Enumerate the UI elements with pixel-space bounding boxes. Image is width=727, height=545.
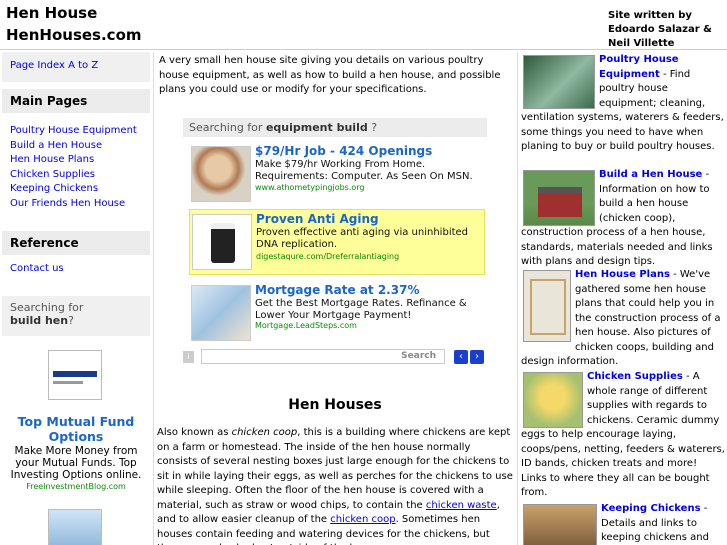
prev-arrow-icon[interactable]: ‹ [454,350,468,364]
ad-unit[interactable]: Mortgage Rate at 2.37% Get the Best Mort… [189,281,485,343]
ad-title[interactable]: Mortgage Rate at 2.37% [255,283,419,297]
body-emphasis: chicken coop [231,427,298,438]
ad-logo-image[interactable] [48,350,102,400]
body-text-segment: Also known as [157,427,232,438]
right-sidebar: Poultry House Equipment - Find poultry h… [519,52,727,545]
list-item: Poultry House Equipment [10,124,137,139]
ad-search-suffix: ? [371,121,378,134]
ad-search-input[interactable]: Search [201,349,445,364]
poultry-house-image[interactable] [523,55,595,109]
left-ad-url[interactable]: FreeInvestmentBlog.com [2,482,150,491]
ad-logo-bar [53,371,97,377]
house-icon [538,187,582,217]
left-ad-text: Make More Money from your Mutual Funds. … [10,445,142,481]
content-title: Hen Houses [288,397,382,413]
chicken-coop-link[interactable]: chicken coop [330,514,395,525]
section-title-link[interactable]: Build a Hen House [599,169,702,180]
list-item: Our Friends Hen House [10,197,137,212]
nav-link-build-a-hen-house[interactable]: Build a Hen House [10,140,102,151]
nav-link-poultry-house-equipment[interactable]: Poultry House Equipment [10,125,137,136]
chickens-image[interactable] [523,504,597,545]
search-prefix: Searching for [10,301,84,314]
main-pages-list: Poultry House Equipment Build a Hen Hous… [10,124,137,211]
ad-unit-highlighted[interactable]: Proven Anti Aging Proven effective anti … [189,209,485,275]
left-search-box[interactable]: Searching for build hen? [2,296,150,336]
nav-link-hen-house-plans[interactable]: Hen House Plans [10,154,94,165]
ad-description: Make $79/hr Working From Home. Requireme… [255,159,473,182]
chick-image[interactable] [523,372,583,428]
section-title-link[interactable]: Hen House Plans [575,269,670,280]
ad-description: Get the Best Mortgage Rates. Refinance &… [255,298,467,321]
ad-search-prefix: Searching for [189,121,263,134]
ad-thumbnail[interactable] [191,146,251,202]
chicken-waste-link[interactable]: chicken waste [426,500,497,511]
ad-search-bar: Searching for equipment build ? [183,118,487,137]
section-build-a-hen-house: Build a Hen House - Information on how t… [521,168,725,270]
reference-heading: Reference [2,231,150,255]
contact-link[interactable]: Contact us [10,263,64,274]
section-keeping-chickens: Keeping Chickens - Details and links to … [521,502,725,545]
section-chicken-supplies: Chicken Supplies - A whole range of diff… [521,370,725,501]
page-index-box: Page Index A to Z [2,52,150,82]
list-item: Keeping Chickens [10,182,137,197]
section-title-link[interactable]: Keeping Chickens [601,503,701,514]
hen-house-image[interactable] [523,170,595,226]
ad-thumbnail[interactable] [192,214,252,270]
site-credits: Site written by Edoardo Salazar & Neil V… [608,10,712,49]
list-item: Build a Hen House [10,139,137,154]
page-index-link[interactable]: Page Index A to Z [10,60,98,71]
search-term: build hen [10,314,69,327]
main-pages-heading: Main Pages [2,89,150,113]
search-suffix: ? [68,314,74,327]
ad-unit[interactable]: $79/Hr Job - 424 Openings Make $79/hr Wo… [189,142,485,202]
coop-frame-image[interactable] [523,270,571,342]
ad-title[interactable]: Proven Anti Aging [256,212,379,226]
ad-logo-bar [53,381,83,384]
ad-url[interactable]: www.athometypingjobs.org [255,183,365,192]
ad-image[interactable] [48,509,102,545]
ad-url[interactable]: Mortgage.LeadSteps.com [255,321,357,330]
search-term-line: build hen? [10,314,142,327]
ad-thumbnail[interactable] [191,285,251,341]
column-divider-left [153,52,154,545]
site-title-line1: Hen House [6,4,98,22]
section-hen-house-plans: Hen House Plans - We've gathered some he… [521,268,725,370]
ad-url[interactable]: digestaqure.com/Dreferralantiaging [256,252,399,261]
search-button[interactable]: Search [401,351,436,361]
frame-icon [530,279,566,335]
info-icon[interactable]: i [183,351,194,363]
site-title-line2: HenHouses.com [6,26,142,44]
body-text-segment: , this is a building where chickens are … [157,427,513,511]
bottle-icon [211,223,235,263]
next-arrow-icon[interactable]: › [470,350,484,364]
section-title-link[interactable]: Chicken Supplies [587,371,683,382]
nav-link-our-friends[interactable]: Our Friends Hen House [10,198,125,209]
nav-link-keeping-chickens[interactable]: Keeping Chickens [10,183,98,194]
body-paragraph: Also known as chicken coop, this is a bu… [157,426,513,545]
ad-title[interactable]: $79/Hr Job - 424 Openings [255,144,432,158]
main-content: A very small hen house site giving you d… [155,52,515,545]
ad-search-term: equipment build [265,121,368,134]
ad-pager: i Search ‹ › [183,349,487,365]
section-poultry-house-equipment: Poultry House Equipment - Find poultry h… [521,53,725,155]
site-title: Hen House HenHouses.com [6,2,142,46]
list-item: Hen House Plans [10,153,137,168]
column-divider-right [517,52,518,545]
nav-link-chicken-supplies[interactable]: Chicken Supplies [10,169,95,180]
list-item: Chicken Supplies [10,168,137,183]
left-sidebar: Page Index A to Z Main Pages Poultry Hou… [2,52,150,545]
ad-description: Proven effective anti aging via uninhibi… [256,227,469,250]
intro-text: A very small hen house site giving you d… [159,55,501,95]
left-ad-title[interactable]: Top Mutual Fund Options [2,414,150,444]
header-divider [0,49,727,50]
